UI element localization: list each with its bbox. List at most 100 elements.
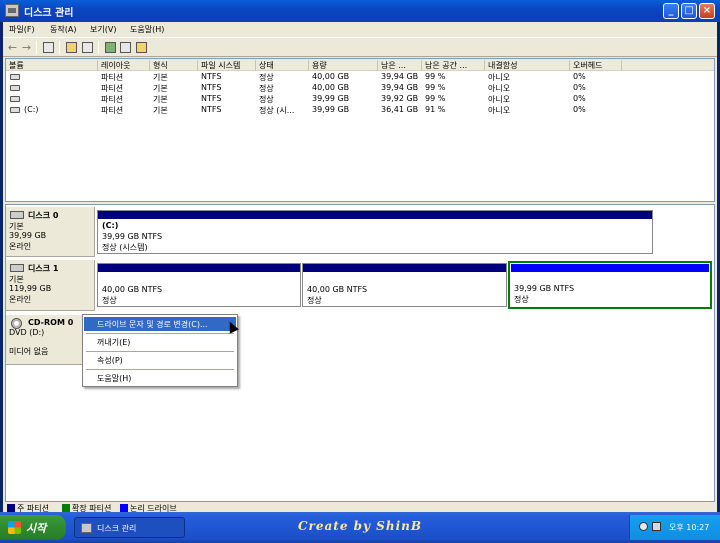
connect-drive-icon[interactable] (105, 42, 116, 53)
disk-management-icon (81, 523, 92, 533)
taskbar-disk-management[interactable]: 디스크 관리 (74, 517, 185, 538)
taskbar: 시작 디스크 관리 Create by ShinB 오후 10:27 (0, 512, 720, 543)
minimize-button[interactable]: _ (663, 3, 679, 19)
drive-icon (10, 74, 20, 80)
primary-partition-bar (98, 211, 652, 219)
settings-icon[interactable] (120, 42, 131, 53)
toolbar-separator (36, 41, 37, 54)
legend-logical-swatch (120, 504, 128, 512)
column-status[interactable]: 상태 (256, 60, 309, 71)
volume-status: 정상 (259, 84, 274, 93)
disk-1-row: 디스크 1 기본 119,99 GB 온라인 40,00 GB NTFS 정상 … (6, 260, 714, 311)
column-free-percent[interactable]: 남은 공간 ... (422, 60, 485, 71)
legend: 주 파티션 확장 파티션 논리 드라이브 (5, 502, 715, 513)
console-tree-icon[interactable] (43, 42, 54, 53)
partition-status: 정상 (시스템) (102, 243, 148, 252)
partition-2[interactable]: 40,00 GB NTFS 정상 (302, 263, 507, 307)
column-type[interactable]: 형식 (150, 60, 198, 71)
partition-1[interactable]: 40,00 GB NTFS 정상 (97, 263, 301, 307)
menu-separator (86, 351, 234, 352)
volume-fault: 아니오 (488, 106, 511, 115)
primary-partition-bar (98, 264, 300, 272)
disk-0-info[interactable]: 디스크 0 기본 39,99 GB 온라인 (6, 207, 95, 257)
menu-file[interactable]: 파일(F) (9, 24, 35, 35)
hard-disk-icon (10, 264, 24, 272)
volume-row[interactable]: (C:) 파티션 기본 NTFS 정상 (시... 39,99 GB 36,41… (6, 105, 714, 116)
column-free-space[interactable]: 남은 ... (378, 60, 422, 71)
disk-size: 119,99 GB (9, 284, 52, 293)
volume-fault: 아니오 (488, 95, 511, 104)
disk-state: 온라인 (9, 295, 32, 304)
volume-row[interactable]: 파티션 기본 NTFS 정상 39,99 GB 39,92 GB 99 % 아니… (6, 94, 714, 105)
menu-eject[interactable]: 꺼내기(E) (84, 335, 236, 349)
volume-free-percent: 99 % (425, 72, 446, 81)
window-client: 파일(F) 동작(A) 보기(V) 도움말(H) ← → 볼륨 레이아웃 형식 … (3, 22, 717, 513)
partition-size: 40,00 GB NTFS (102, 285, 163, 294)
start-button[interactable]: 시작 (0, 515, 66, 540)
column-overhead[interactable]: 오버헤드 (570, 60, 622, 71)
disk-1-info[interactable]: 디스크 1 기본 119,99 GB 온라인 (6, 260, 95, 311)
volume-row[interactable]: 파티션 기본 NTFS 정상 40,00 GB 39,94 GB 99 % 아니… (6, 72, 714, 83)
close-button[interactable]: × (699, 3, 715, 19)
menu-action[interactable]: 동작(A) (50, 24, 76, 35)
partition-size: 39,99 GB NTFS (514, 284, 575, 293)
drive-icon (10, 85, 20, 91)
drive-icon (10, 96, 20, 102)
help-icon[interactable] (82, 42, 93, 53)
system-tray: 오후 10:27 (629, 515, 720, 540)
volume-status: 정상 (259, 95, 274, 104)
partition-status: 정상 (307, 296, 322, 305)
column-file-system[interactable]: 파일 시스템 (198, 60, 256, 71)
volume-free-percent: 91 % (425, 105, 446, 114)
volume-type: 기본 (153, 73, 168, 82)
volume-free-percent: 99 % (425, 83, 446, 92)
back-icon[interactable]: ← (7, 42, 18, 53)
extended-partition[interactable]: 39,99 GB NTFS 정상 (508, 261, 712, 309)
tray-speaker-icon[interactable] (639, 522, 648, 531)
partition-size: 40,00 GB NTFS (307, 285, 368, 294)
column-fault-tolerance[interactable]: 내결함성 (485, 60, 570, 71)
volume-fs: NTFS (201, 83, 222, 92)
volume-fault: 아니오 (488, 73, 511, 82)
maximize-button[interactable]: □ (681, 3, 697, 19)
menu-view[interactable]: 보기(V) (90, 24, 116, 35)
volume-overhead: 0% (573, 94, 586, 103)
menu-change-drive-letter[interactable]: 드라이브 문자 및 경로 변경(C)... (84, 317, 236, 331)
toolbar: ← → (3, 37, 717, 57)
volume-status: 정상 (259, 73, 274, 82)
brand-text: Create by ShinB (298, 519, 422, 533)
partition-status: 정상 (102, 296, 117, 305)
volume-list[interactable]: 볼륨 레이아웃 형식 파일 시스템 상태 용량 남은 ... 남은 공간 ...… (5, 58, 715, 202)
partition-label: (C:) (102, 221, 119, 230)
volume-capacity: 39,99 GB (312, 94, 350, 103)
volume-row[interactable]: 파티션 기본 NTFS 정상 40,00 GB 39,94 GB 99 % 아니… (6, 83, 714, 94)
volume-layout: 파티션 (101, 106, 124, 115)
volume-capacity: 40,00 GB (312, 83, 350, 92)
primary-partition-bar (303, 264, 506, 272)
disk-name: CD-ROM 0 (28, 318, 74, 327)
windows-logo-icon (8, 521, 21, 534)
volume-capacity: 40,00 GB (312, 72, 350, 81)
partition-c[interactable]: (C:) 39,99 GB NTFS 정상 (시스템) (97, 210, 653, 254)
title-bar[interactable]: 디스크 관리 _ □ × (0, 0, 720, 22)
disk-0-row: 디스크 0 기본 39,99 GB 온라인 (C:) 39,99 GB NTFS… (6, 207, 714, 257)
hard-disk-icon (10, 211, 24, 219)
menu-properties[interactable]: 속성(P) (84, 353, 236, 367)
forward-icon[interactable]: → (21, 42, 32, 53)
volume-layout: 파티션 (101, 84, 124, 93)
disk-management-window: 디스크 관리 _ □ × 파일(F) 동작(A) 보기(V) 도움말(H) ← … (0, 0, 720, 513)
partition-status: 정상 (514, 295, 529, 304)
list-view-icon[interactable] (136, 42, 147, 53)
volume-overhead: 0% (573, 72, 586, 81)
volume-name: (C:) (24, 105, 39, 114)
tray-network-icon[interactable] (652, 522, 661, 531)
clock[interactable]: 오후 10:27 (669, 522, 709, 533)
properties-icon[interactable] (66, 42, 77, 53)
volume-layout: 파티션 (101, 95, 124, 104)
column-layout[interactable]: 레이아웃 (98, 60, 150, 71)
column-capacity[interactable]: 용량 (309, 60, 378, 71)
menu-help[interactable]: 도움말(H) (130, 24, 164, 35)
menu-help[interactable]: 도움말(H) (84, 371, 236, 385)
column-volume[interactable]: 볼륨 (6, 60, 98, 71)
disk-name: 디스크 0 (28, 211, 59, 220)
